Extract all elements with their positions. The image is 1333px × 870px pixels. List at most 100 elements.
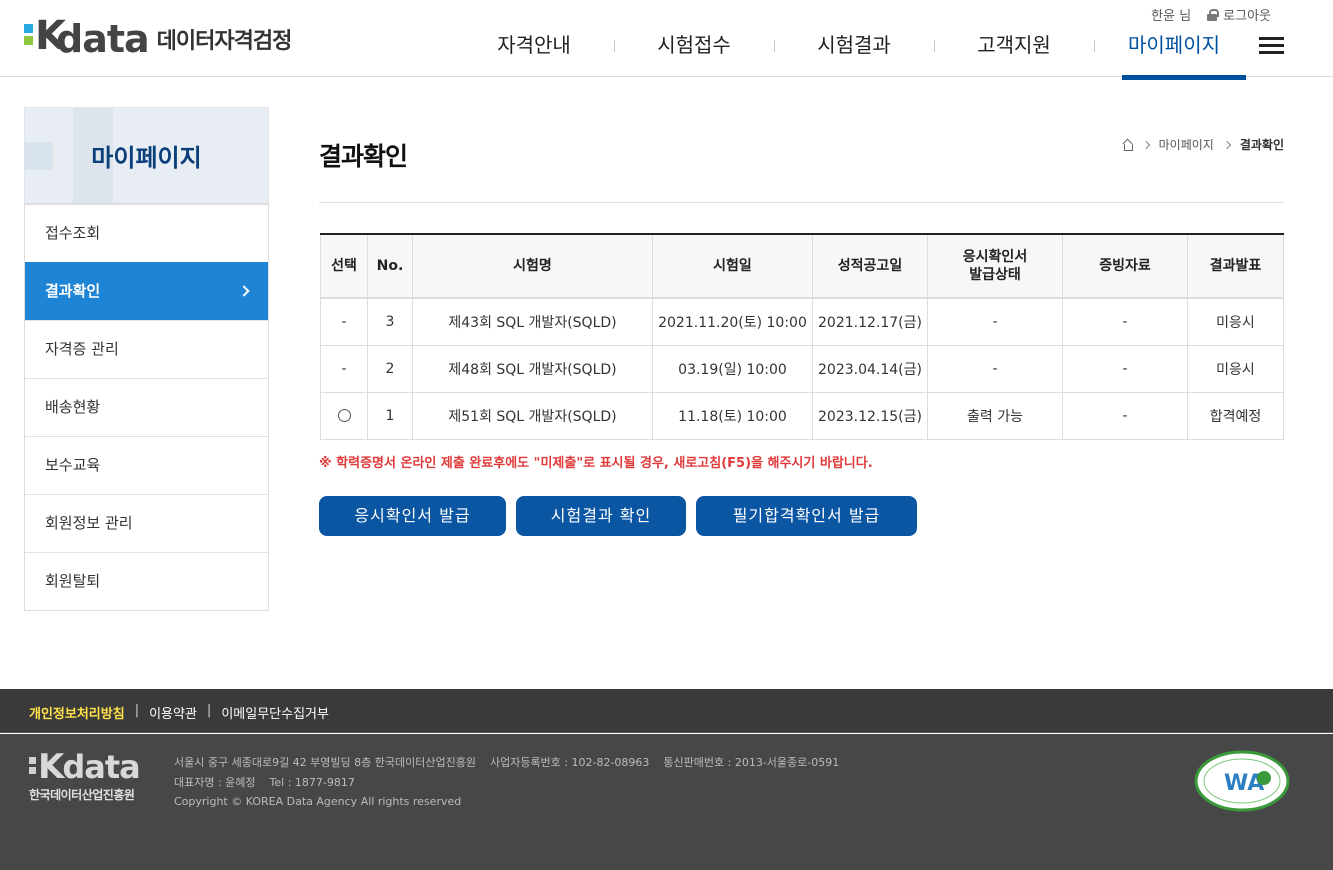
sidebar-item-continuing-education[interactable]: 보수교육 bbox=[25, 436, 268, 494]
footer-copyright: Copyright © KOREA Data Agency All rights… bbox=[174, 795, 462, 808]
logo-subtitle: 데이터자격검정 bbox=[156, 29, 293, 54]
nav-item-registration[interactable]: 시험접수 bbox=[614, 28, 774, 77]
chevron-right-icon bbox=[1141, 140, 1150, 149]
home-icon[interactable] bbox=[1122, 140, 1133, 151]
nav-item-qualification[interactable]: 자격안내 bbox=[454, 28, 614, 77]
cell-exam-date: 11.18(토) 10:00 bbox=[652, 392, 813, 440]
footer-address: 서울시 중구 세종대로9길 42 부영빌딩 8층 한국데이터산업진흥원 사업자등… bbox=[174, 756, 840, 769]
logout-label: 로그아웃 bbox=[1223, 9, 1271, 24]
sidebar-item-certificate-management[interactable]: 자격증 관리 bbox=[25, 320, 268, 378]
col-select: 선택 bbox=[320, 234, 368, 299]
title-divider bbox=[319, 202, 1284, 203]
cell-result: 미응시 bbox=[1187, 345, 1284, 393]
col-no: No. bbox=[367, 234, 413, 299]
sidebar-item-label: 결과확인 bbox=[45, 282, 101, 300]
page-title: 결과확인 bbox=[319, 142, 408, 171]
privacy-policy-link[interactable]: 개인정보처리방침 bbox=[29, 703, 125, 722]
link-divider: | bbox=[134, 703, 140, 718]
footer: K data 한국데이터산업진흥원 서울시 중구 세종대로9길 42 부영빌딩 … bbox=[0, 734, 1333, 870]
cell-result: 미응시 bbox=[1187, 298, 1284, 346]
cell-no: 2 bbox=[367, 345, 413, 393]
logo-k: K bbox=[35, 13, 66, 59]
site-header: K data 데이터자격검정 한윤 님 로그아웃 자격안내 시험접수 시험결과 … bbox=[0, 0, 1333, 77]
check-exam-result-button[interactable]: 시험결과 확인 bbox=[516, 496, 686, 536]
chevron-right-icon bbox=[238, 285, 250, 297]
col-cert-status: 응시확인서 발급상태 bbox=[927, 234, 1063, 299]
table-row: 1 제51회 SQL 개발자(SQLD) 11.18(토) 10:00 2023… bbox=[320, 392, 1284, 440]
logo-data-text: data bbox=[56, 17, 150, 61]
cell-cert-status: - bbox=[927, 298, 1063, 346]
footer-logo-k: K bbox=[38, 747, 65, 787]
sidebar-item-delivery-status[interactable]: 배송현황 bbox=[25, 378, 268, 436]
chevron-right-icon bbox=[1222, 140, 1232, 149]
cell-proof: - bbox=[1062, 298, 1188, 346]
cell-exam-name: 제48회 SQL 개발자(SQLD) bbox=[412, 345, 653, 393]
footer-links: 개인정보처리방침 | 이용약관 | 이메일무단수집거부 bbox=[29, 703, 329, 722]
cell-select bbox=[320, 392, 368, 440]
breadcrumb: 마이페이지 결과확인 bbox=[1122, 136, 1284, 153]
logout-link[interactable]: 로그아웃 bbox=[1207, 5, 1271, 24]
user-name: 한윤 님 bbox=[1151, 9, 1192, 24]
cell-result: 합격예정 bbox=[1187, 392, 1284, 440]
action-buttons: 응시확인서 발급 시험결과 확인 필기합격확인서 발급 bbox=[319, 496, 917, 536]
hamburger-menu-icon[interactable] bbox=[1259, 37, 1284, 54]
table-row: - 3 제43회 SQL 개발자(SQLD) 2021.11.20(토) 10:… bbox=[320, 298, 1284, 346]
nav-item-results[interactable]: 시험결과 bbox=[774, 28, 934, 77]
cell-announce-date: 2023.12.15(금) bbox=[812, 392, 928, 440]
sidebar-header: 마이페이지 bbox=[24, 107, 269, 203]
cell-exam-name: 제43회 SQL 개발자(SQLD) bbox=[412, 298, 653, 346]
nav-active-indicator bbox=[1122, 75, 1246, 80]
cell-cert-status: 출력 가능 bbox=[927, 392, 1063, 440]
link-divider: | bbox=[206, 703, 212, 718]
refresh-notice: ※ 학력증명서 온라인 제출 완료후에도 "미제출"로 표시될 경우, 새로고침… bbox=[319, 456, 873, 471]
sidebar-item-member-info[interactable]: 회원정보 관리 bbox=[25, 494, 268, 552]
terms-link[interactable]: 이용약관 bbox=[149, 703, 197, 722]
table-row: - 2 제48회 SQL 개발자(SQLD) 03.19(일) 10:00 20… bbox=[320, 345, 1284, 393]
logo-mark: K bbox=[24, 16, 66, 56]
cell-no: 3 bbox=[367, 298, 413, 346]
web-accessibility-mark-icon: WA bbox=[1194, 750, 1290, 812]
cell-proof: - bbox=[1062, 392, 1188, 440]
col-proof: 증빙자료 bbox=[1062, 234, 1188, 299]
footer-contact: 대표자명 : 윤혜정 Tel : 1877-9817 bbox=[174, 775, 355, 789]
sidebar-item-withdraw[interactable]: 회원탈퇴 bbox=[25, 552, 268, 610]
result-table: 선택 No. 시험명 시험일 성적공고일 응시확인서 발급상태 증빙자료 결과발… bbox=[320, 233, 1284, 440]
cell-announce-date: 2023.04.14(금) bbox=[812, 345, 928, 393]
issue-written-pass-cert-button[interactable]: 필기합격확인서 발급 bbox=[696, 496, 917, 536]
sidebar-menu: 접수조회 결과확인 자격증 관리 배송현황 보수교육 회원정보 관리 회원탈퇴 bbox=[24, 203, 269, 611]
nav-item-support[interactable]: 고객지원 bbox=[934, 28, 1094, 77]
cell-proof: - bbox=[1062, 345, 1188, 393]
issue-admission-cert-button[interactable]: 응시확인서 발급 bbox=[319, 496, 506, 536]
main-nav: 자격안내 시험접수 시험결과 고객지원 마이페이지 bbox=[454, 28, 1254, 77]
cell-exam-date: 2021.11.20(토) 10:00 bbox=[652, 298, 813, 346]
footer-logo-data: data bbox=[62, 748, 140, 786]
email-refusal-link[interactable]: 이메일무단수집거부 bbox=[221, 703, 329, 722]
cell-exam-name: 제51회 SQL 개발자(SQLD) bbox=[412, 392, 653, 440]
cell-exam-date: 03.19(일) 10:00 bbox=[652, 345, 813, 393]
breadcrumb-current: 결과확인 bbox=[1239, 138, 1284, 152]
footer-links-bar: 개인정보처리방침 | 이용약관 | 이메일무단수집거부 bbox=[0, 689, 1333, 733]
sidebar-title: 마이페이지 bbox=[91, 144, 202, 172]
table-header-row: 선택 No. 시험명 시험일 성적공고일 응시확인서 발급상태 증빙자료 결과발… bbox=[320, 234, 1284, 299]
cell-announce-date: 2021.12.17(금) bbox=[812, 298, 928, 346]
cell-select: - bbox=[320, 345, 368, 393]
footer-logo: K data 한국데이터산업진흥원 bbox=[29, 747, 141, 803]
footer-org-name: 한국데이터산업진흥원 bbox=[29, 788, 135, 802]
cell-cert-status: - bbox=[927, 345, 1063, 393]
col-announce-date: 성적공고일 bbox=[812, 234, 928, 299]
col-exam-date: 시험일 bbox=[652, 234, 813, 299]
nav-item-mypage[interactable]: 마이페이지 bbox=[1094, 28, 1254, 77]
col-exam-name: 시험명 bbox=[412, 234, 653, 299]
cell-select: - bbox=[320, 298, 368, 346]
footer-info: 서울시 중구 세종대로9길 42 부영빌딩 8층 한국데이터산업진흥원 사업자등… bbox=[174, 753, 839, 812]
kdata-logo[interactable]: K data 데이터자격검정 bbox=[24, 16, 293, 61]
lock-icon bbox=[1207, 9, 1220, 21]
sidebar: 마이페이지 접수조회 결과확인 자격증 관리 배송현황 보수교육 회원정보 관리… bbox=[24, 107, 269, 611]
top-utility: 한윤 님 로그아웃 bbox=[1151, 5, 1271, 24]
sidebar-item-registration-lookup[interactable]: 접수조회 bbox=[25, 204, 268, 262]
col-result: 결과발표 bbox=[1187, 234, 1284, 299]
breadcrumb-parent[interactable]: 마이페이지 bbox=[1159, 136, 1214, 153]
cell-no: 1 bbox=[367, 392, 413, 440]
row-select-radio[interactable] bbox=[337, 409, 351, 422]
sidebar-item-result-check[interactable]: 결과확인 bbox=[25, 262, 268, 320]
